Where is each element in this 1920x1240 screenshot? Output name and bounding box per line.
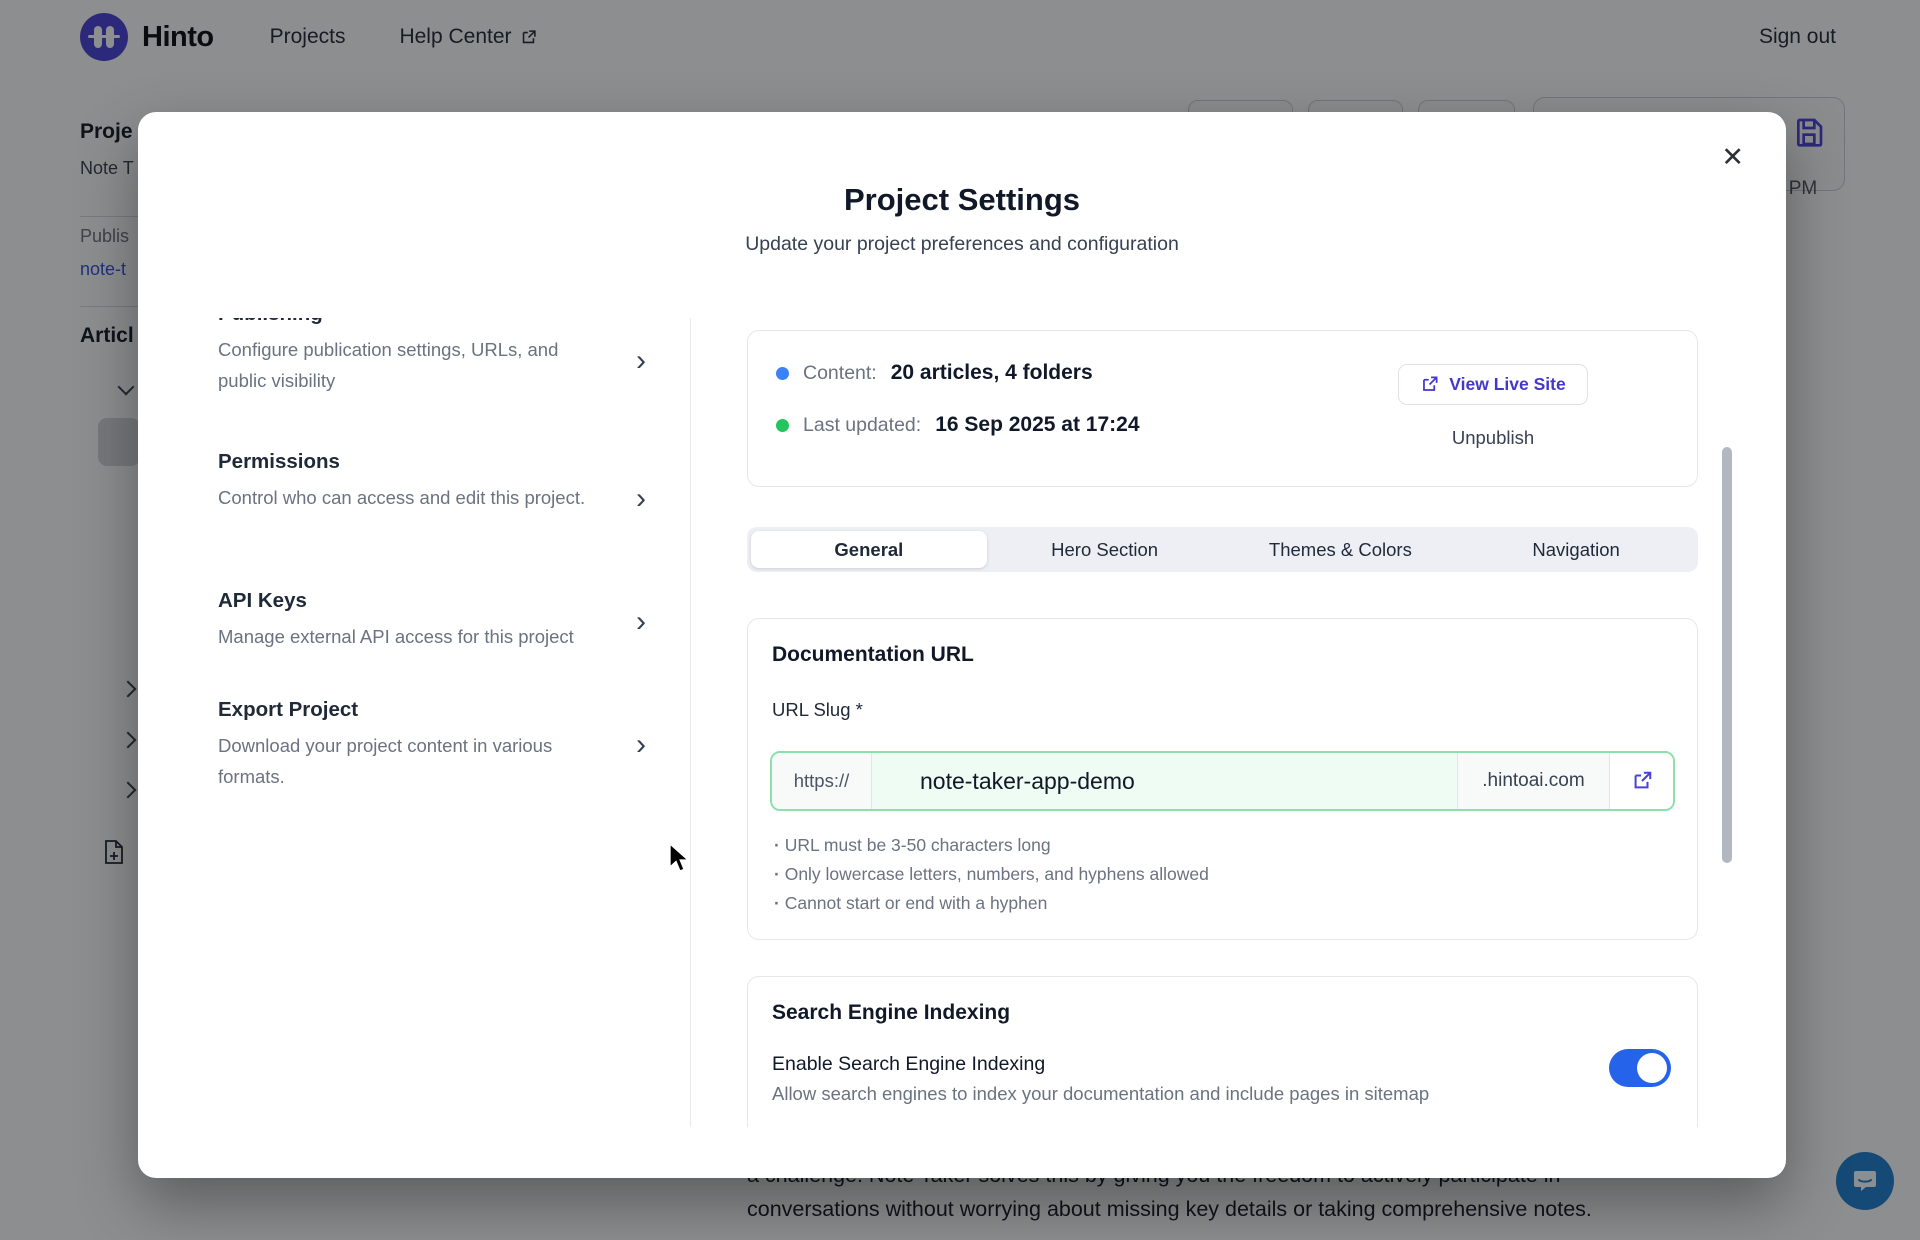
chevron-right-icon: ›	[636, 346, 646, 376]
unpublish-button[interactable]: Unpublish	[1398, 427, 1588, 449]
settings-sidebar: Publishing Configure publication setting…	[190, 318, 691, 1127]
url-rule: Only lowercase letters, numbers, and hyp…	[774, 860, 1209, 889]
content-stat-label: Content:	[803, 362, 877, 385]
sidebar-item-desc: Manage external API access for this proj…	[218, 621, 610, 652]
chevron-right-icon: ›	[636, 607, 646, 637]
updated-stat-row: Last updated: 16 Sep 2025 at 17:24	[776, 413, 1140, 437]
url-slug-rules: URL must be 3-50 characters long Only lo…	[774, 831, 1209, 918]
publish-status-card: Content: 20 articles, 4 folders Last upd…	[747, 330, 1698, 487]
url-protocol-prefix: https://	[772, 753, 872, 809]
search-engine-indexing-card: Search Engine Indexing Enable Search Eng…	[747, 976, 1698, 1127]
view-live-site-label: View Live Site	[1449, 374, 1565, 395]
updated-stat-value: 16 Sep 2025 at 17:24	[935, 413, 1139, 437]
modal-body: Publishing Configure publication setting…	[138, 318, 1786, 1127]
url-rule: URL must be 3-50 characters long	[774, 831, 1209, 860]
sidebar-item-export-project[interactable]: Export Project Download your project con…	[190, 698, 690, 792]
sidebar-item-desc: Control who can access and edit this pro…	[218, 482, 610, 513]
modal-subtitle: Update your project preferences and conf…	[138, 233, 1786, 256]
settings-content: Content: 20 articles, 4 folders Last upd…	[747, 318, 1698, 1127]
modal-scrollbar-thumb[interactable]	[1722, 447, 1732, 863]
sidebar-item-title: API Keys	[218, 589, 620, 613]
blue-dot-icon	[776, 367, 789, 380]
sidebar-item-title: Export Project	[218, 698, 620, 722]
external-link-icon	[1631, 770, 1653, 792]
project-settings-modal: ✕ Project Settings Update your project p…	[138, 112, 1786, 1178]
external-link-icon	[1420, 375, 1439, 394]
updated-stat-label: Last updated:	[803, 414, 921, 437]
seo-heading: Search Engine Indexing	[772, 1001, 1010, 1025]
url-domain-suffix: .hintoai.com	[1457, 753, 1609, 809]
sidebar-item-api-keys[interactable]: API Keys Manage external API access for …	[190, 589, 690, 652]
green-dot-icon	[776, 419, 789, 432]
url-slug-input-group: https:// note-taker-app-demo .hintoai.co…	[770, 751, 1675, 811]
documentation-url-card: Documentation URL URL Slug * https:// no…	[747, 618, 1698, 940]
sidebar-item-title: Publishing	[218, 318, 620, 326]
sidebar-item-desc: Download your project content in various…	[218, 730, 610, 792]
sidebar-item-permissions[interactable]: Permissions Control who can access and e…	[190, 450, 690, 513]
settings-tabs: General Hero Section Themes & Colors Nav…	[747, 527, 1698, 572]
url-slug-input[interactable]: note-taker-app-demo	[872, 753, 1457, 809]
tab-themes-colors[interactable]: Themes & Colors	[1223, 531, 1459, 568]
sidebar-item-publishing[interactable]: Publishing Configure publication setting…	[190, 318, 690, 396]
open-url-button[interactable]	[1609, 753, 1673, 809]
view-live-site-button[interactable]: View Live Site	[1398, 364, 1588, 405]
modal-title: Project Settings	[138, 182, 1786, 218]
seo-indexing-toggle[interactable]	[1609, 1049, 1671, 1087]
seo-toggle-label: Enable Search Engine Indexing	[772, 1053, 1045, 1076]
tab-navigation[interactable]: Navigation	[1458, 531, 1694, 568]
chevron-right-icon: ›	[636, 484, 646, 514]
seo-toggle-desc: Allow search engines to index your docum…	[772, 1083, 1429, 1105]
sidebar-item-desc: Configure publication settings, URLs, an…	[218, 334, 610, 396]
content-stat-row: Content: 20 articles, 4 folders	[776, 361, 1093, 385]
tab-general[interactable]: General	[751, 531, 987, 568]
close-icon[interactable]: ✕	[1721, 144, 1744, 171]
documentation-url-heading: Documentation URL	[772, 643, 974, 667]
toggle-knob	[1637, 1053, 1667, 1083]
content-stat-value: 20 articles, 4 folders	[891, 361, 1093, 385]
url-slug-label: URL Slug *	[772, 699, 863, 721]
url-rule: Cannot start or end with a hyphen	[774, 889, 1209, 918]
chevron-right-icon: ›	[636, 730, 646, 760]
tab-hero-section[interactable]: Hero Section	[987, 531, 1223, 568]
sidebar-item-title: Permissions	[218, 450, 620, 474]
